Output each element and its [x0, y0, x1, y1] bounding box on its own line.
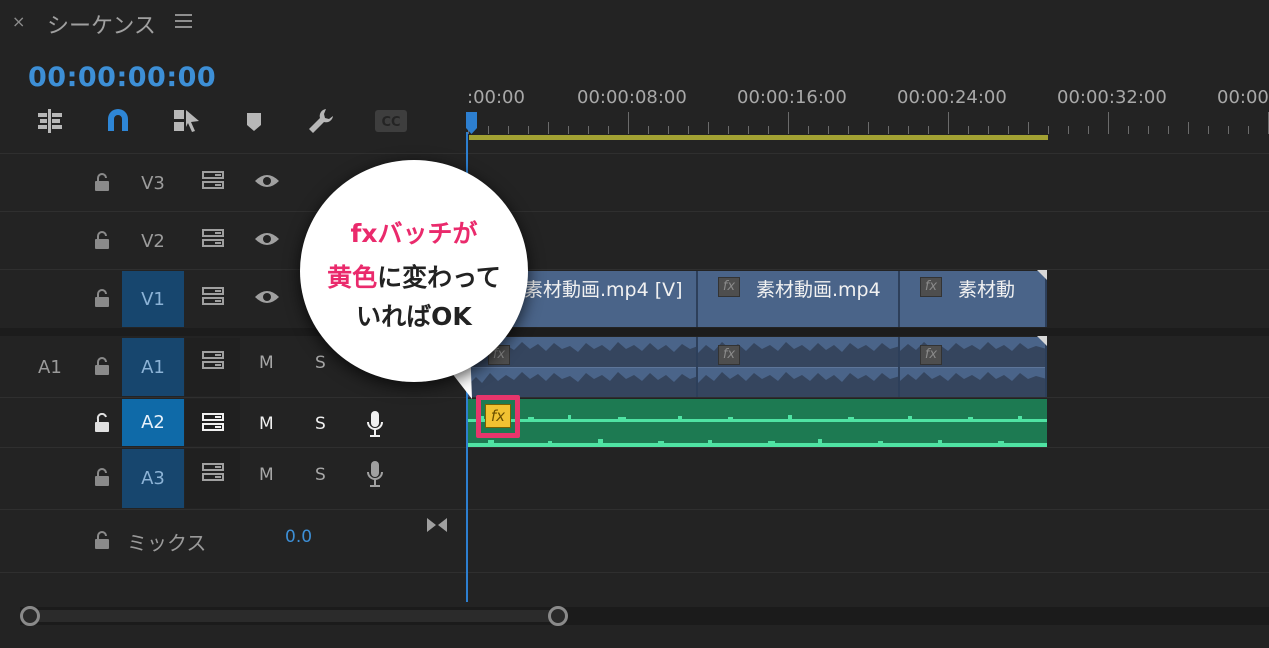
fx-badge-icon: fx — [718, 277, 740, 297]
callout-line-2-highlight: 黄色 — [327, 263, 378, 292]
video-clip[interactable]: fx 素材動画.mp4 — [698, 271, 900, 327]
solo-button[interactable]: S — [315, 414, 326, 434]
lock-icon[interactable] — [93, 172, 111, 192]
snap-magnet-icon[interactable] — [102, 105, 134, 137]
audio-clip[interactable]: fx — [900, 337, 1047, 397]
scrollbar-thumb[interactable] — [30, 610, 560, 622]
track-label-v1[interactable]: V1 — [122, 271, 184, 327]
microphone-icon[interactable] — [365, 409, 385, 439]
lock-icon[interactable] — [93, 230, 111, 250]
sync-lock-icon[interactable] — [201, 462, 227, 482]
sync-lock-icon[interactable] — [201, 286, 227, 306]
solo-button[interactable]: S — [315, 465, 326, 485]
panel-title: シーケンス — [47, 14, 156, 39]
track-label-a2[interactable]: A2 — [122, 399, 184, 446]
mute-button[interactable]: M — [259, 465, 274, 485]
track-label-a3[interactable]: A3 — [122, 449, 184, 508]
playhead-timecode[interactable]: 00:00:00:00 — [28, 62, 216, 93]
callout-line-1: fxバッチが — [350, 219, 478, 248]
video-clip[interactable]: fx 素材動 — [900, 271, 1047, 327]
callout-line-2: に変わって — [377, 263, 501, 292]
callout-balloon: fxバッチが 黄色に変わって いればOK — [300, 160, 528, 382]
track-label-a1[interactable]: A1 — [122, 338, 184, 396]
track-label-v3[interactable]: V3 — [122, 157, 184, 210]
lock-icon[interactable] — [93, 413, 111, 433]
playhead-handle[interactable] — [466, 112, 477, 134]
linked-selection-icon[interactable] — [170, 105, 202, 137]
scrollbar-right-handle[interactable] — [548, 606, 568, 626]
ruler-label: :00:00 — [467, 87, 525, 108]
wrench-settings-icon[interactable] — [305, 105, 337, 137]
lock-icon[interactable] — [93, 288, 111, 308]
ruler-label: 00:00:24:00 — [897, 87, 1007, 108]
lock-icon[interactable] — [93, 467, 111, 487]
eye-icon[interactable] — [253, 172, 281, 190]
marker-icon[interactable] — [238, 105, 270, 137]
ruler-label: 00:00 — [1217, 87, 1269, 108]
fx-badge-icon: fx — [920, 277, 942, 297]
solo-button[interactable]: S — [315, 353, 326, 373]
source-patch-a1[interactable]: A1 — [38, 357, 62, 378]
fx-badge-icon: fx — [920, 345, 942, 365]
audio-clip[interactable]: fx — [698, 337, 900, 397]
mute-button[interactable]: M — [259, 414, 274, 434]
close-tab-button[interactable]: × — [12, 12, 25, 31]
sync-lock-icon[interactable] — [201, 228, 227, 248]
scrollbar-left-handle[interactable] — [20, 606, 40, 626]
mix-volume-value[interactable]: 0.0 — [285, 527, 312, 547]
work-area-bar[interactable] — [469, 135, 1048, 140]
audio-clip[interactable]: fx — [468, 337, 698, 397]
sync-lock-icon[interactable] — [201, 350, 227, 370]
mix-track-label: ミックス — [127, 531, 207, 555]
sync-lock-icon[interactable] — [201, 170, 227, 190]
callout-line-3: いればOK — [356, 302, 472, 331]
microphone-icon[interactable] — [365, 459, 385, 489]
ruler-label: 00:00:16:00 — [737, 87, 847, 108]
sync-lock-icon[interactable] — [201, 412, 227, 432]
ruler-label: 00:00:32:00 — [1057, 87, 1167, 108]
fx-badge-icon: fx — [718, 345, 740, 365]
track-label-v2[interactable]: V2 — [122, 214, 184, 268]
mute-button[interactable]: M — [259, 353, 274, 373]
captions-icon[interactable]: CC — [374, 105, 408, 137]
insert-overwrite-icon[interactable] — [34, 105, 66, 137]
lock-icon[interactable] — [93, 356, 111, 376]
mix-jump-icon[interactable] — [425, 516, 449, 534]
lock-icon[interactable] — [93, 530, 111, 550]
eye-icon[interactable] — [253, 230, 281, 248]
time-ruler[interactable] — [468, 112, 1269, 134]
eye-icon[interactable] — [253, 288, 281, 306]
hamburger-icon[interactable] — [175, 14, 192, 28]
svg-text:CC: CC — [381, 115, 400, 130]
ruler-label: 00:00:08:00 — [577, 87, 687, 108]
audio-clip-a2[interactable] — [468, 399, 1047, 447]
